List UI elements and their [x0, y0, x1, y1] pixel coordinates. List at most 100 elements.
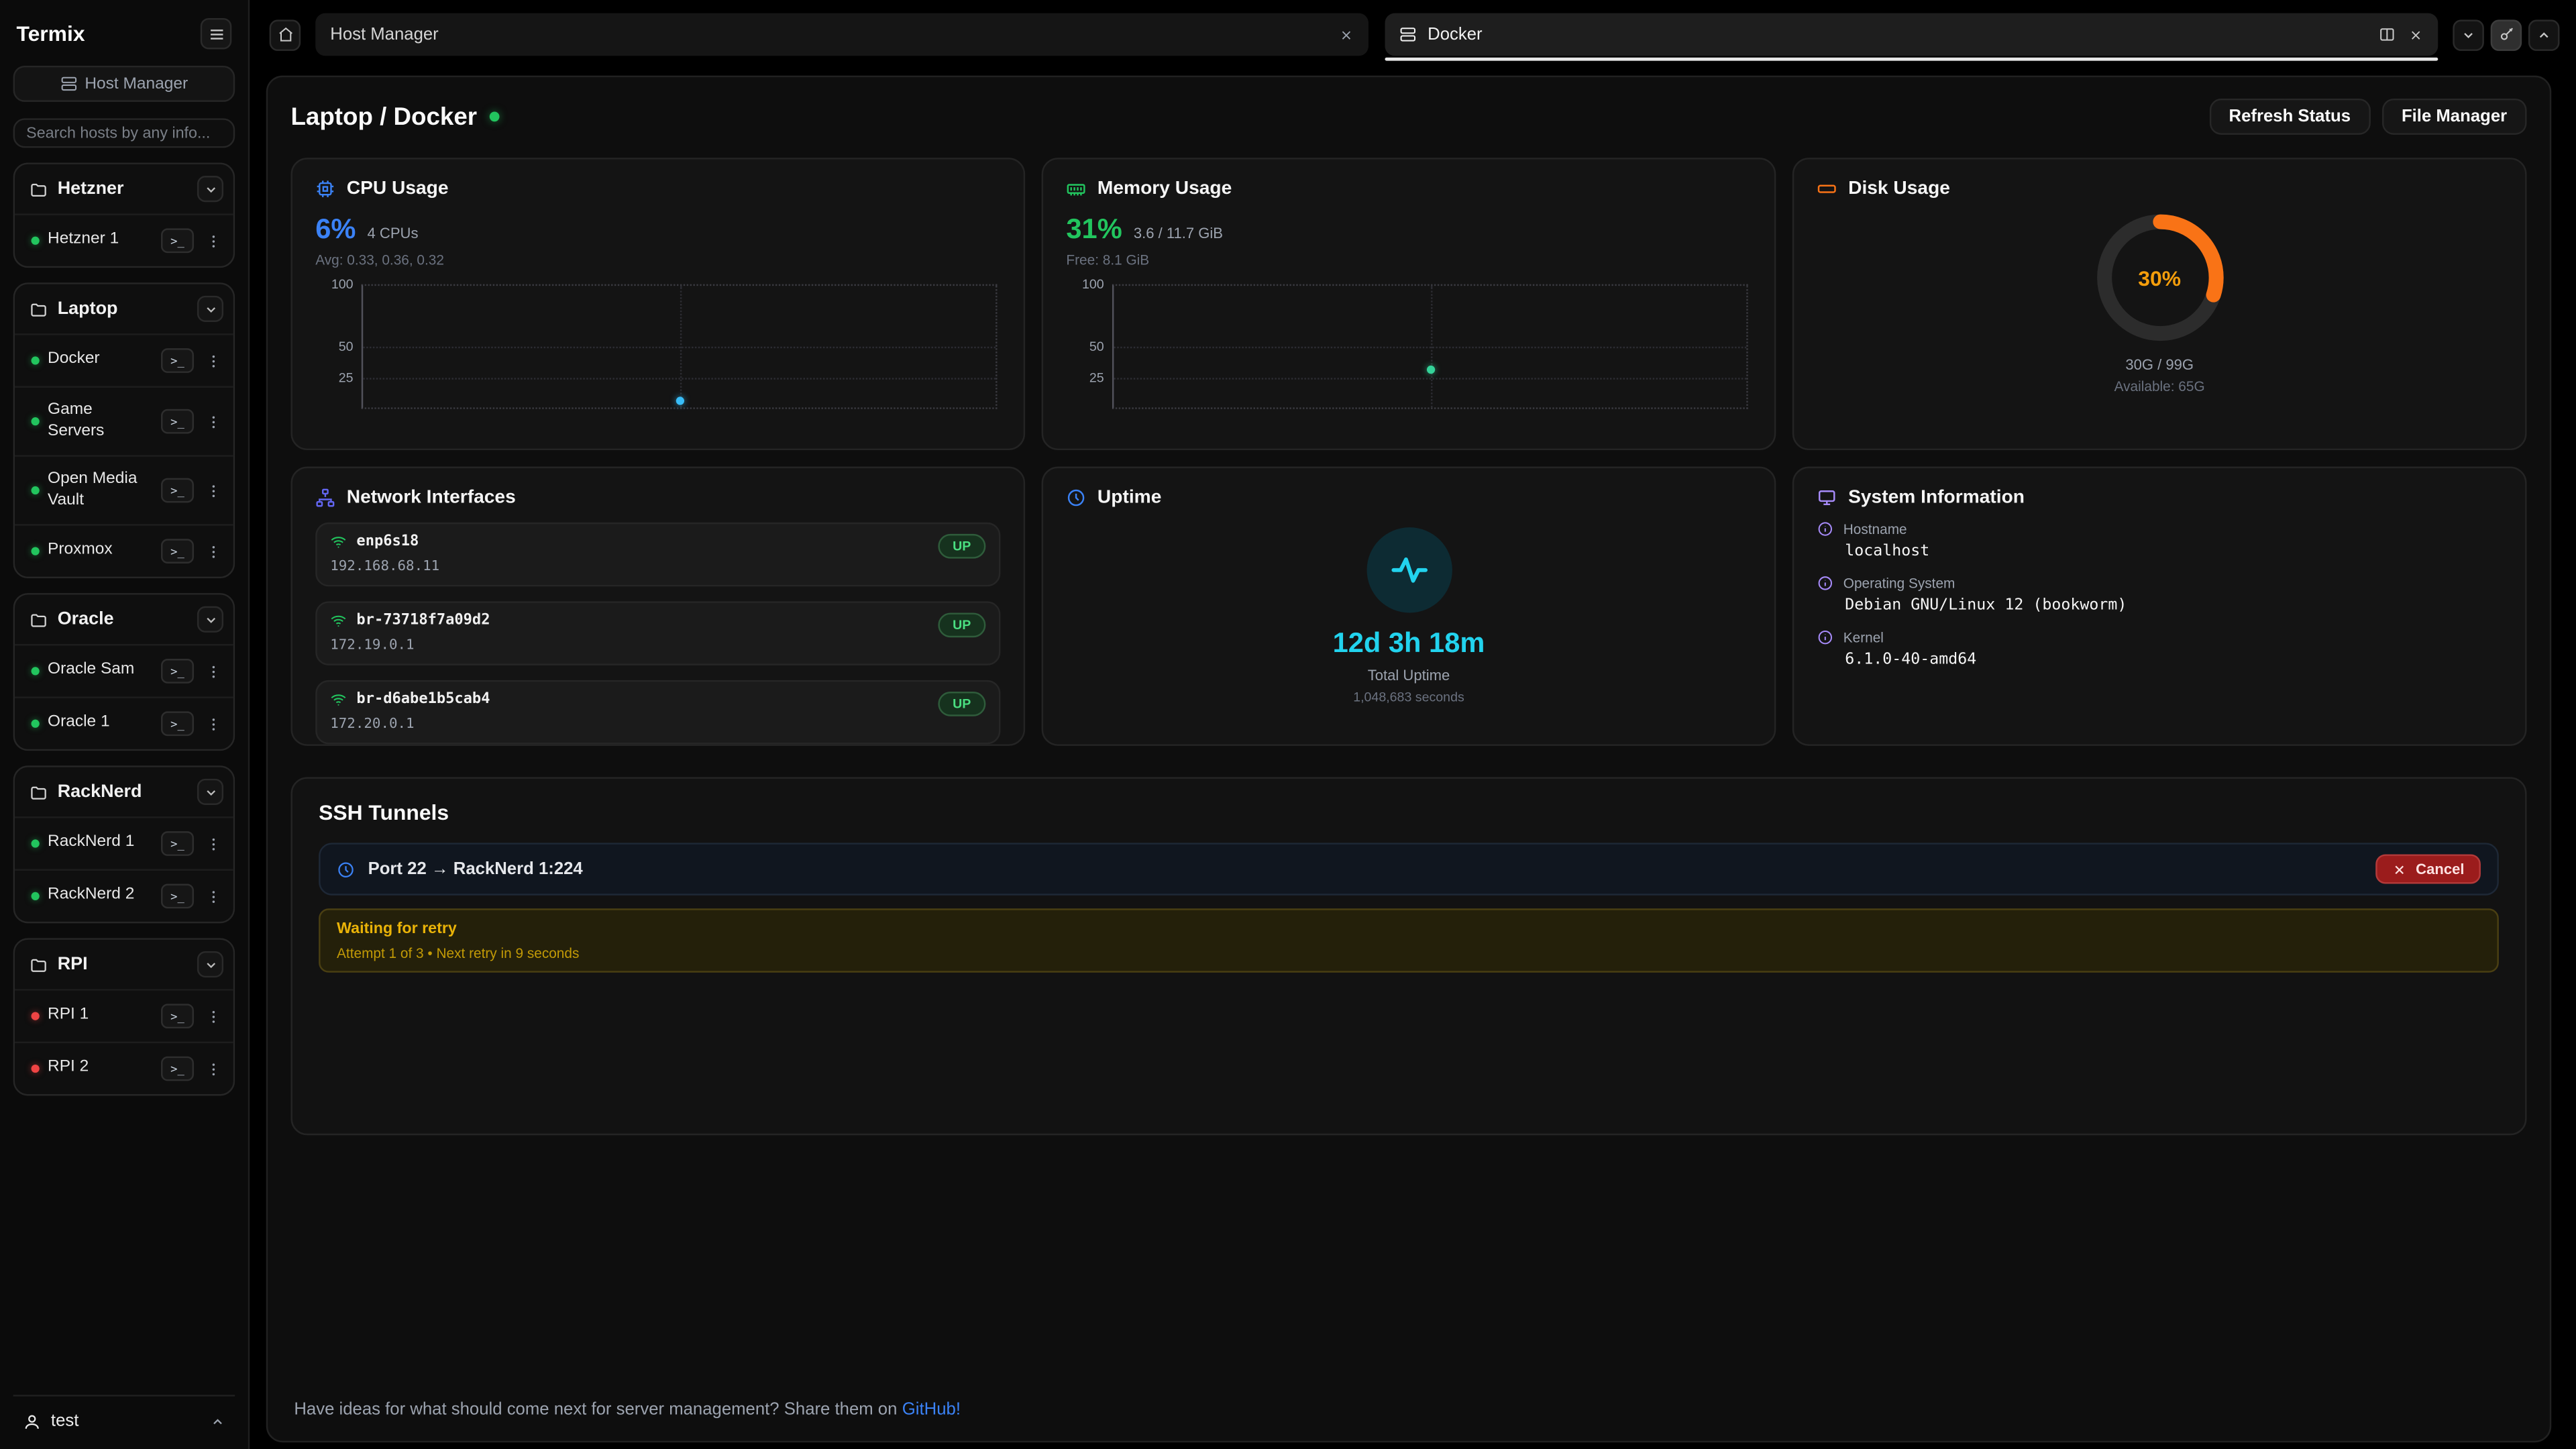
host-terminal-button[interactable]: >_: [161, 228, 194, 253]
host-terminal-button[interactable]: >_: [161, 539, 194, 564]
host-status-dot: [32, 486, 40, 494]
card-title: CPU Usage: [347, 179, 449, 199]
user-menu-button[interactable]: test: [13, 1395, 235, 1436]
host-menu-button[interactable]: [202, 831, 223, 856]
host-row[interactable]: Game Servers >_: [15, 386, 233, 455]
clock-icon: [1066, 488, 1085, 507]
group-collapse-button[interactable]: [197, 296, 223, 322]
host-menu-button[interactable]: [202, 711, 223, 736]
search-input[interactable]: [13, 118, 235, 148]
server-icon: [1400, 26, 1416, 42]
group-collapse-button[interactable]: [197, 951, 223, 977]
host-group-oracle: Oracle Oracle Sam >_ Oracle 1 >_: [13, 593, 235, 751]
scroll-tabs-down-button[interactable]: [2453, 19, 2484, 50]
sidebar-menu-button[interactable]: [201, 18, 232, 50]
folder-icon: [30, 180, 48, 198]
host-menu-button[interactable]: [202, 659, 223, 684]
group-collapse-button[interactable]: [197, 779, 223, 805]
host-row[interactable]: RackNerd 1 >_: [15, 816, 233, 869]
tunnel-retry-warning: Waiting for retry Attempt 1 of 3 • Next …: [319, 908, 2499, 973]
host-row[interactable]: RPI 2 >_: [15, 1042, 233, 1094]
card-title: System Information: [1848, 488, 2025, 507]
info-icon: [1817, 521, 1833, 537]
disk-usage-donut: 30%: [2090, 209, 2229, 347]
memory-chart-point: [1426, 366, 1434, 374]
host-row[interactable]: Oracle 1 >_: [15, 696, 233, 749]
host-terminal-button[interactable]: >_: [161, 659, 194, 684]
cancel-tunnel-button[interactable]: Cancel: [2376, 854, 2481, 883]
github-link[interactable]: GitHub!: [902, 1400, 961, 1419]
kebab-icon: [205, 835, 221, 851]
host-row[interactable]: Open Media Vault >_: [15, 455, 233, 524]
tab-close-button[interactable]: [2408, 27, 2423, 42]
host-terminal-button[interactable]: >_: [161, 884, 194, 909]
y-axis-tick: 25: [339, 370, 354, 385]
home-button[interactable]: [270, 19, 301, 50]
kebab-icon: [205, 663, 221, 679]
tab-docker[interactable]: Docker: [1385, 13, 2438, 56]
host-name: RPI 2: [48, 1059, 153, 1079]
host-group-rpi: RPI RPI 1 >_ RPI 2 >_: [13, 938, 235, 1095]
split-view-button[interactable]: [2379, 26, 2395, 42]
kebab-icon: [205, 352, 221, 368]
tab-label: Docker: [1428, 25, 1482, 44]
terminal-icon: >_: [170, 837, 184, 851]
host-terminal-button[interactable]: >_: [161, 831, 194, 856]
cpu-usage-card: CPU Usage 6% 4 CPUs Avg: 0.33, 0.36, 0.3…: [290, 158, 1025, 450]
sidebar: Termix Host Manager Hetzner: [0, 0, 250, 1449]
ssh-keys-button[interactable]: [2491, 19, 2522, 50]
host-group-racknerd: RackNerd RackNerd 1 >_ RackNerd 2 >_: [13, 765, 235, 923]
host-row[interactable]: Hetzner 1 >_: [15, 213, 233, 266]
host-terminal-button[interactable]: >_: [161, 348, 194, 373]
host-group-name: Hetzner: [58, 179, 187, 199]
home-icon: [277, 26, 293, 42]
kebab-icon: [205, 888, 221, 904]
folder-icon: [30, 610, 48, 629]
host-terminal-button[interactable]: >_: [161, 409, 194, 434]
user-icon: [23, 1412, 41, 1430]
host-row[interactable]: Oracle Sam >_: [15, 644, 233, 696]
host-menu-button[interactable]: [202, 884, 223, 909]
host-group-header[interactable]: RackNerd: [15, 767, 233, 816]
host-menu-button[interactable]: [202, 1057, 223, 1081]
host-terminal-button[interactable]: >_: [161, 1057, 194, 1081]
host-group-header[interactable]: Hetzner: [15, 164, 233, 213]
scroll-tabs-up-button[interactable]: [2528, 19, 2560, 50]
file-manager-button[interactable]: File Manager: [2382, 99, 2527, 135]
ssh-tunnels-title: SSH Tunnels: [319, 800, 2499, 825]
status-badge: UP: [938, 612, 985, 637]
system-info-list: Hostname localhost Operating System Debi…: [1817, 521, 2502, 668]
host-terminal-button[interactable]: >_: [161, 478, 194, 503]
host-menu-button[interactable]: [202, 409, 223, 434]
host-terminal-button[interactable]: >_: [161, 1004, 194, 1028]
wifi-icon: [330, 534, 346, 550]
host-row[interactable]: Proxmox >_: [15, 524, 233, 576]
clock-icon: [337, 860, 355, 878]
page-title-text: Laptop / Docker: [290, 103, 477, 131]
host-status-dot: [32, 237, 40, 245]
cancel-label: Cancel: [2416, 861, 2464, 877]
uptime-body: 12d 3h 18m Total Uptime 1,048,683 second…: [1066, 508, 1751, 724]
terminal-icon: >_: [170, 545, 184, 558]
cpu-chart-point: [676, 396, 684, 404]
host-menu-button[interactable]: [202, 228, 223, 253]
host-terminal-button[interactable]: >_: [161, 711, 194, 736]
host-menu-button[interactable]: [202, 348, 223, 373]
terminal-icon: >_: [170, 484, 184, 497]
host-menu-button[interactable]: [202, 1004, 223, 1028]
refresh-status-button[interactable]: Refresh Status: [2209, 99, 2370, 135]
group-collapse-button[interactable]: [197, 176, 223, 202]
host-menu-button[interactable]: [202, 478, 223, 503]
host-row[interactable]: RPI 1 >_: [15, 989, 233, 1041]
host-group-header[interactable]: Laptop: [15, 284, 233, 333]
host-row[interactable]: RackNerd 2 >_: [15, 869, 233, 922]
tab-host-manager[interactable]: Host Manager: [315, 13, 1368, 56]
host-menu-button[interactable]: [202, 539, 223, 564]
group-collapse-button[interactable]: [197, 606, 223, 633]
wifi-icon: [330, 692, 346, 708]
host-row[interactable]: Docker >_: [15, 333, 233, 386]
tab-close-button[interactable]: [1339, 27, 1354, 42]
host-group-header[interactable]: Oracle: [15, 595, 233, 644]
host-manager-button[interactable]: Host Manager: [13, 66, 235, 102]
host-group-header[interactable]: RPI: [15, 940, 233, 989]
